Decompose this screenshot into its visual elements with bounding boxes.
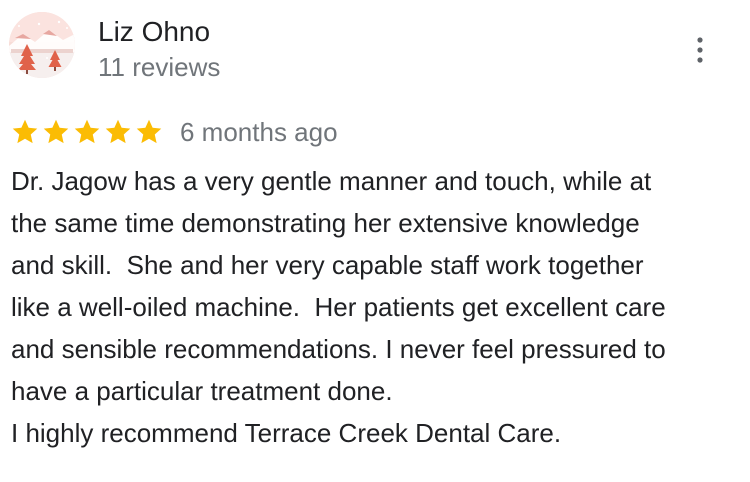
- review-text-line: like a well-oiled machine. Her patients …: [11, 292, 666, 322]
- star-rating: [10, 117, 165, 147]
- review-card: Liz Ohno 11 reviews 6 months ago Dr. Jag…: [0, 0, 750, 482]
- reviewer-avatar[interactable]: [9, 12, 75, 78]
- star-icon: [72, 117, 102, 147]
- reviewer-name[interactable]: Liz Ohno: [98, 14, 210, 50]
- star-icon: [134, 117, 164, 147]
- rating-row: 6 months ago: [10, 114, 338, 150]
- more-vert-icon: [697, 37, 703, 63]
- winter-landscape-avatar-icon: [9, 12, 75, 78]
- star-icon: [41, 117, 71, 147]
- review-text: Dr. Jagow has a very gentle manner and t…: [11, 160, 746, 454]
- review-text-line: have a particular treatment done.: [11, 376, 393, 406]
- review-text-line: and skill. She and her very capable staf…: [11, 250, 644, 280]
- star-icon: [103, 117, 133, 147]
- review-count[interactable]: 11 reviews: [98, 50, 220, 84]
- review-text-line: and sensible recommendations. I never fe…: [11, 334, 666, 364]
- review-text-line: Dr. Jagow has a very gentle manner and t…: [11, 166, 652, 196]
- review-text-line: the same time demonstrating her extensiv…: [11, 208, 640, 238]
- review-date: 6 months ago: [180, 117, 338, 147]
- review-text-line: I highly recommend Terrace Creek Dental …: [11, 418, 562, 448]
- star-icon: [10, 117, 40, 147]
- more-options-button[interactable]: [686, 30, 714, 70]
